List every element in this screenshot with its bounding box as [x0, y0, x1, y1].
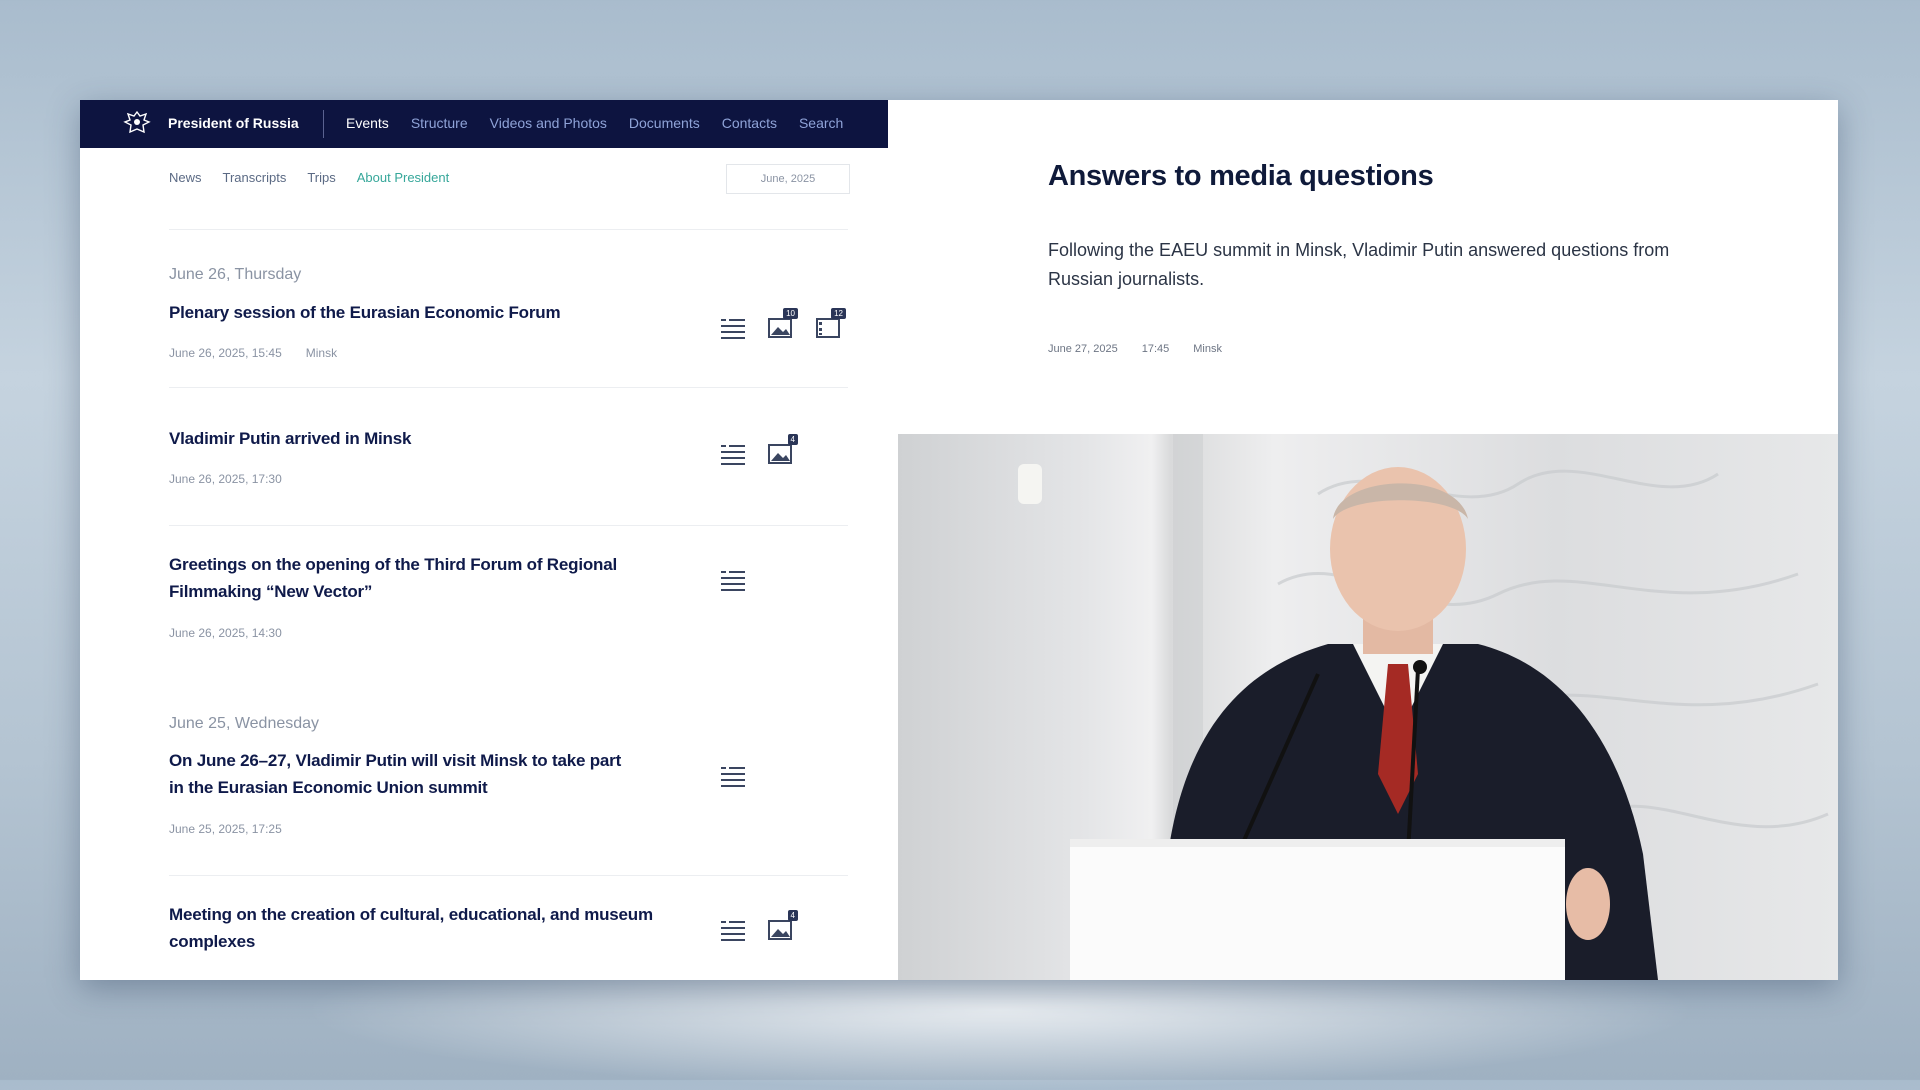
day-heading: June 26, Thursday: [169, 266, 302, 283]
event-time: June 26, 2025, 17:30: [169, 472, 282, 486]
event-meta: June 26, 2025, 17:30: [169, 472, 282, 486]
photo-gallery-icon[interactable]: 4: [766, 434, 798, 467]
divider: [169, 229, 848, 230]
main-nav: Events Structure Videos and Photos Docum…: [346, 115, 865, 131]
article-title: Answers to media questions: [1048, 160, 1434, 192]
article-panel: Answers to media questions Following the…: [888, 100, 1838, 980]
date-filter-input[interactable]: June, 2025: [726, 164, 850, 194]
text-lines-icon[interactable]: [718, 440, 748, 468]
event-meta: June 26, 2025, 14:30: [169, 626, 282, 640]
site-brand-link[interactable]: President of Russia: [168, 115, 299, 131]
text-lines-icon[interactable]: [718, 762, 748, 790]
photo-count-badge: 10: [783, 308, 798, 319]
video-film-icon[interactable]: 12: [814, 308, 846, 341]
event-meta: June 25, 2025, 17:25: [169, 822, 282, 836]
subnav-news[interactable]: News: [169, 170, 202, 185]
event-title-link[interactable]: Meeting on the creation of cultural, edu…: [169, 901, 709, 955]
event-title-link[interactable]: On June 26–27, Vladimir Putin will visit…: [169, 747, 639, 801]
nav-videos-photos[interactable]: Videos and Photos: [490, 115, 607, 131]
speaker-photo-illustration: [1018, 434, 1829, 980]
top-navigation-bar: President of Russia Events Structure Vid…: [80, 100, 888, 148]
subnav-about-president[interactable]: About President: [357, 170, 450, 185]
photo-count-badge: 4: [787, 910, 798, 921]
day-heading: June 25, Wednesday: [169, 715, 320, 732]
article-lead: Following the EAEU summit in Minsk, Vlad…: [1048, 240, 1670, 289]
text-lines-icon[interactable]: [718, 566, 748, 594]
event-time: June 25, 2025, 17:25: [169, 822, 282, 836]
event-place: Minsk: [305, 346, 338, 360]
nav-events[interactable]: Events: [346, 115, 389, 131]
article-meta: June 27, 2025 17:45 Minsk: [1048, 343, 1222, 355]
divider: [169, 387, 848, 388]
browser-frame: President of Russia Events Structure Vid…: [80, 100, 1838, 980]
sub-navigation: News Transcripts Trips About President: [169, 170, 470, 185]
nav-documents[interactable]: Documents: [629, 115, 700, 131]
event-meta: June 26, 2025, 15:45 Minsk: [169, 346, 337, 360]
subnav-transcripts[interactable]: Transcripts: [223, 170, 287, 185]
text-lines-icon[interactable]: [718, 314, 748, 342]
nav-search[interactable]: Search: [799, 115, 843, 131]
event-title-link[interactable]: Vladimir Putin arrived in Minsk: [169, 425, 709, 452]
nav-structure[interactable]: Structure: [411, 115, 468, 131]
article-place: Minsk: [1193, 343, 1222, 355]
article-photo[interactable]: [898, 434, 1838, 980]
divider: [169, 875, 848, 876]
event-title-link[interactable]: Plenary session of the Eurasian Economic…: [169, 299, 709, 326]
video-count-badge: 12: [831, 308, 846, 319]
article-date: June 27, 2025: [1048, 343, 1118, 355]
nav-contacts[interactable]: Contacts: [722, 115, 777, 131]
photo-gallery-icon[interactable]: 10: [766, 308, 798, 341]
article-time: 17:45: [1141, 343, 1170, 355]
eagle-emblem-icon[interactable]: [122, 108, 152, 138]
divider: [169, 525, 848, 526]
event-time: June 26, 2025, 14:30: [169, 626, 282, 640]
event-time: June 26, 2025, 15:45: [169, 346, 282, 360]
brand-divider: [323, 110, 324, 138]
event-title-link[interactable]: Greetings on the opening of the Third Fo…: [169, 551, 709, 605]
photo-count-badge: 4: [787, 434, 798, 445]
subnav-trips[interactable]: Trips: [307, 170, 335, 185]
text-lines-icon[interactable]: [718, 916, 748, 944]
photo-gallery-icon[interactable]: 4: [766, 910, 798, 943]
events-panel: President of Russia Events Structure Vid…: [80, 100, 888, 980]
